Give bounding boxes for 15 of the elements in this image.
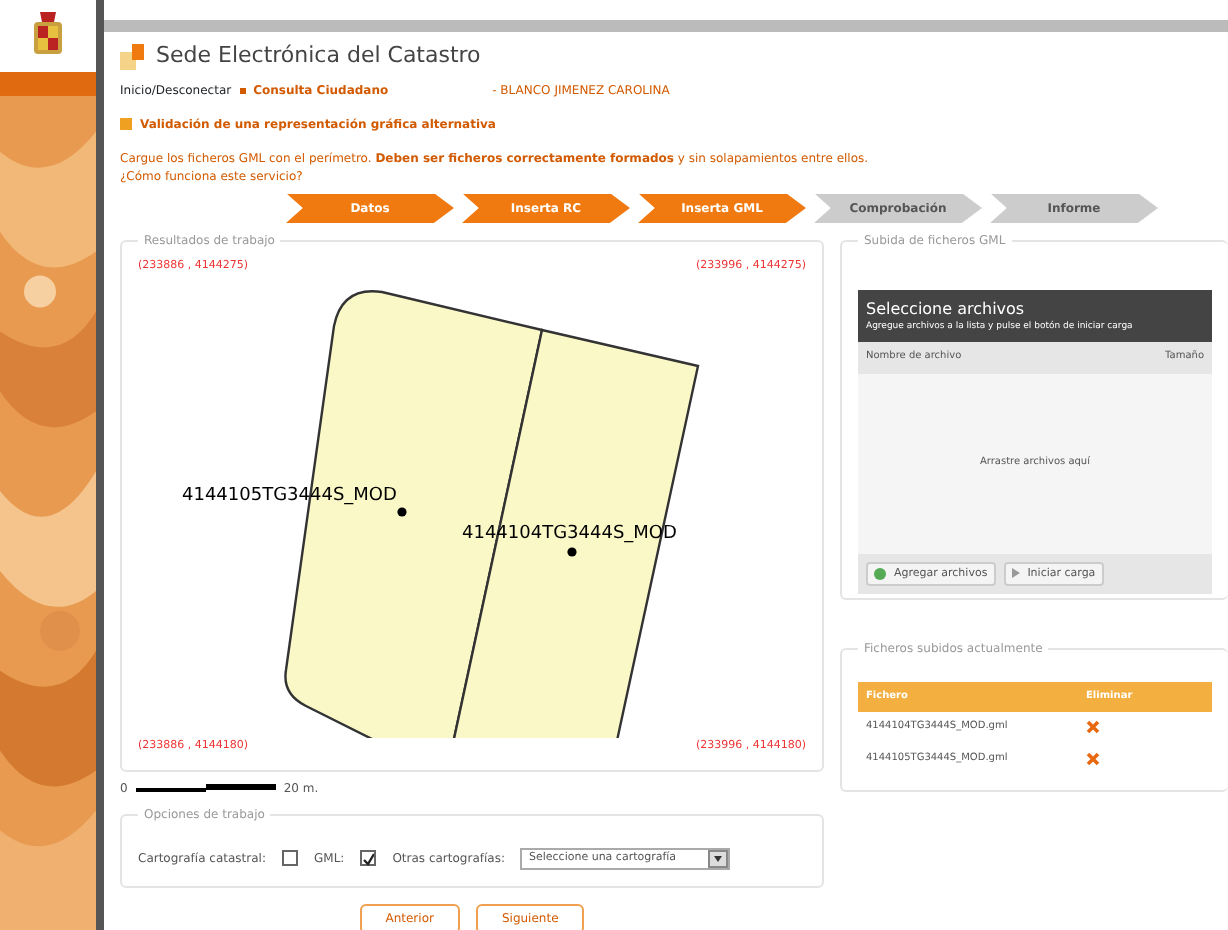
arrow-icon xyxy=(1011,568,1020,579)
site-title: Sede Electrónica del Catastro xyxy=(156,40,481,72)
parcel-point xyxy=(567,546,577,557)
delete-icon[interactable] xyxy=(1086,751,1100,766)
logo-icon xyxy=(120,43,148,70)
bullet-icon xyxy=(239,87,246,93)
parcel-point xyxy=(397,506,407,517)
checkbox[interactable] xyxy=(282,850,298,866)
caret-icon xyxy=(708,849,729,867)
section-icon xyxy=(120,118,132,130)
delete-icon[interactable] xyxy=(1086,720,1100,735)
scale-bar xyxy=(135,783,276,793)
uploader-title: Seleccione archivos xyxy=(866,297,1027,321)
plus-icon xyxy=(874,567,886,580)
checkbox[interactable] xyxy=(360,850,377,866)
